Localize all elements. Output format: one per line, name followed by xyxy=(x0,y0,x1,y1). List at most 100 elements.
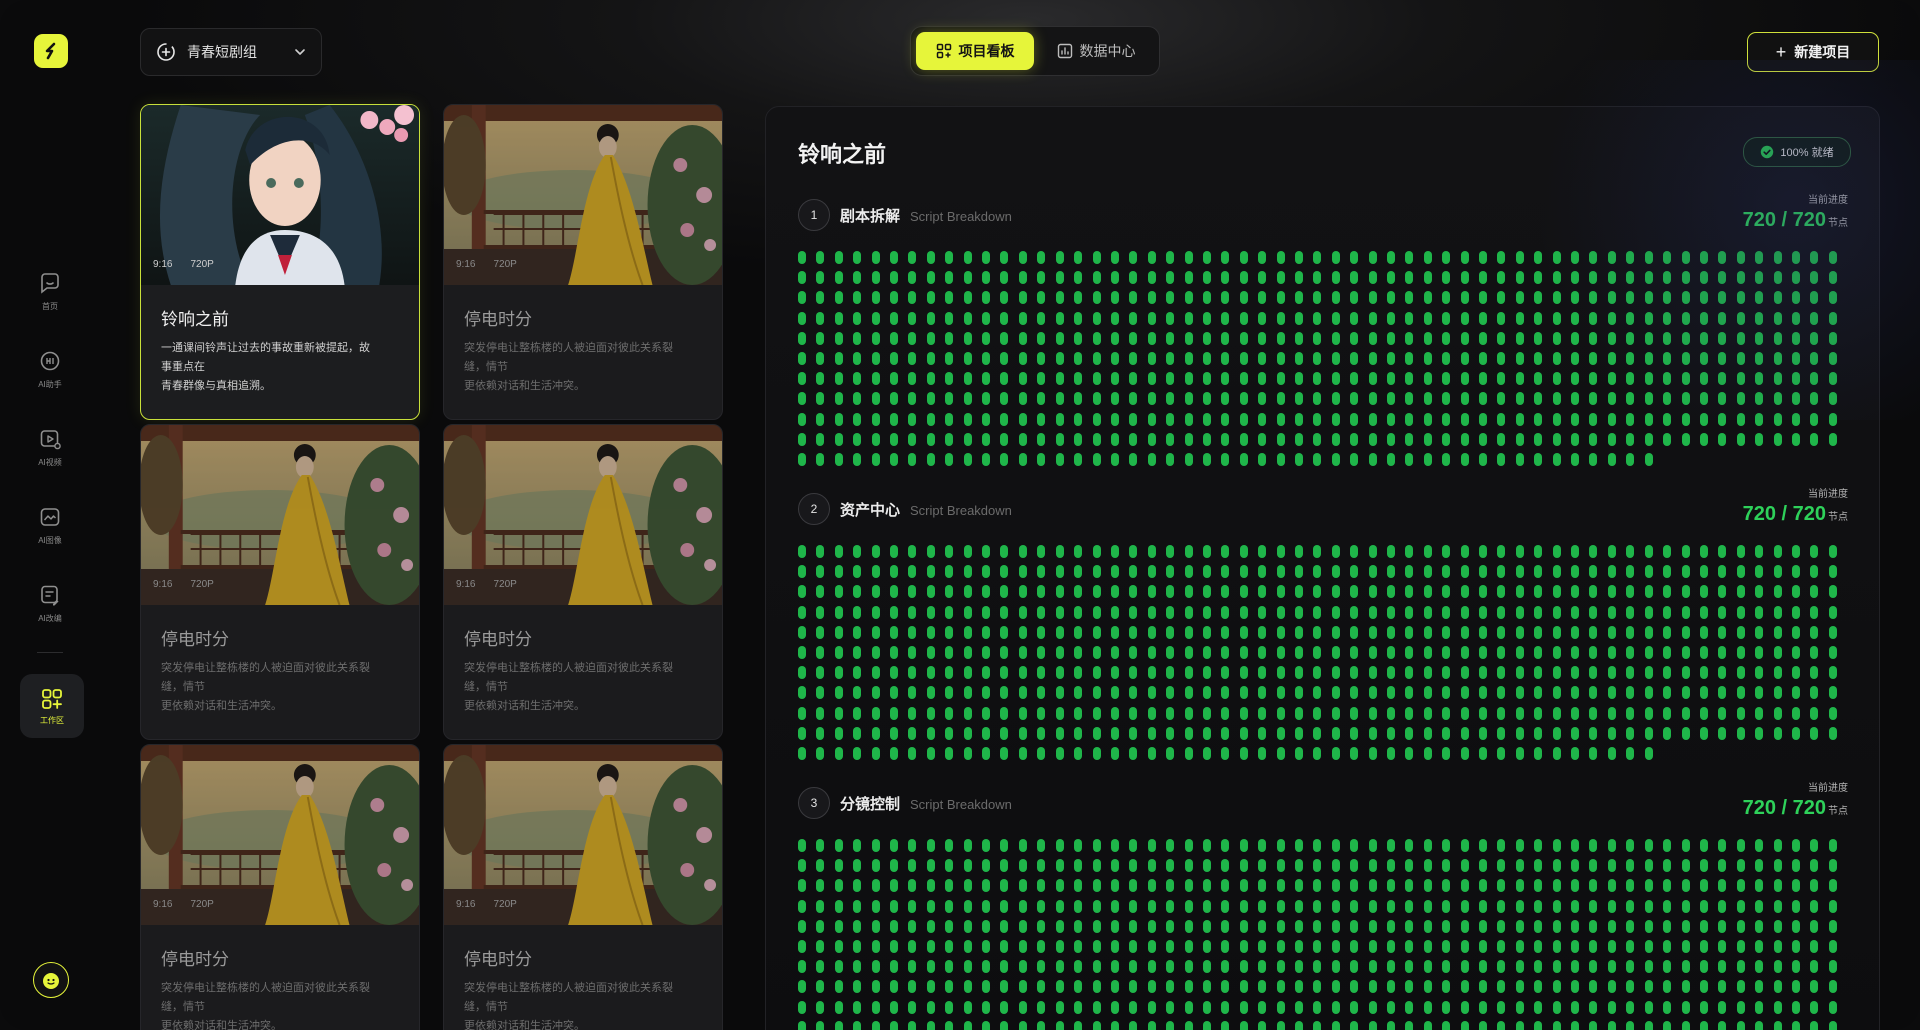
node-dot xyxy=(1497,331,1506,345)
node-dot xyxy=(1534,585,1543,599)
node-dot xyxy=(1736,585,1745,599)
project-card[interactable]: 9:16 720P 停电时分 突发停电让整栋楼的人被迫面对彼此关系裂 缝，情节 更依赖对话… xyxy=(140,744,420,1030)
project-group-select[interactable]: 青春短剧组 xyxy=(140,28,322,76)
node-dot xyxy=(1037,706,1046,720)
node-dot xyxy=(926,666,935,680)
progress-value: 720 / 720 节点 xyxy=(1743,503,1848,526)
node-dot xyxy=(1571,452,1580,466)
node-dot xyxy=(1460,645,1469,659)
sidebar-item-ai-edit[interactable]: AI改编 xyxy=(0,564,100,642)
node-dot xyxy=(1331,291,1340,305)
node-dot xyxy=(816,859,825,873)
node-dot xyxy=(1718,645,1727,659)
project-card[interactable]: 9:16 720P 停电时分 突发停电让整栋楼的人被迫面对彼此关系裂 缝，情节 更依赖对话… xyxy=(443,424,723,740)
node-dot xyxy=(1607,839,1616,852)
node-dot xyxy=(1699,545,1708,558)
node-dot xyxy=(1387,726,1395,740)
node-dot xyxy=(1331,706,1340,720)
node-dot xyxy=(1000,1000,1009,1014)
node-dot xyxy=(1534,645,1543,659)
node-dot xyxy=(1773,432,1782,446)
sidebar-item-workspace[interactable]: 工作区 xyxy=(20,674,84,738)
node-dot xyxy=(1810,1020,1819,1030)
node-dot xyxy=(1534,251,1543,264)
node-dot xyxy=(834,746,843,760)
node-dot xyxy=(1074,251,1083,264)
node-dot xyxy=(1129,351,1138,365)
project-card[interactable]: 9:16 720P 停电时分 突发停电让整栋楼的人被迫面对彼此关系裂 缝，情节 更依赖对话… xyxy=(140,424,420,740)
node-dot xyxy=(1092,452,1101,466)
node-dot xyxy=(1681,392,1690,406)
node-dot xyxy=(1773,372,1782,386)
node-dot xyxy=(1534,605,1543,619)
node-dot xyxy=(1607,899,1616,913)
node-dot xyxy=(871,251,880,264)
node-dot xyxy=(1092,351,1101,365)
node-dot xyxy=(853,939,862,953)
tab-data-center[interactable]: 数据中心 xyxy=(1040,32,1152,70)
node-dot xyxy=(982,565,991,579)
node-dot xyxy=(1055,939,1064,953)
node-dot xyxy=(1644,919,1653,933)
node-dot xyxy=(1773,1020,1782,1030)
node-dot xyxy=(853,331,862,345)
node-dot xyxy=(1589,726,1598,740)
node-dot xyxy=(798,666,806,680)
node-dot xyxy=(871,372,880,386)
node-dot xyxy=(1571,291,1580,305)
node-dot xyxy=(908,1020,917,1030)
sidebar-item-ai-image[interactable]: AI图像 xyxy=(0,486,100,564)
node-dot xyxy=(1147,960,1156,974)
node-dot xyxy=(1147,726,1156,740)
sidebar-item-label: AI视频 xyxy=(38,457,62,467)
node-dot xyxy=(1092,625,1101,639)
node-dot xyxy=(982,706,991,720)
new-project-button[interactable]: + 新建项目 xyxy=(1747,32,1879,72)
node-dot xyxy=(1202,960,1211,974)
node-dot xyxy=(945,939,954,953)
node-dot xyxy=(1718,251,1727,264)
node-dot xyxy=(1423,331,1432,345)
node-dot xyxy=(1644,251,1653,264)
node-dot xyxy=(1479,605,1488,619)
node-dot xyxy=(926,271,935,285)
node-dot xyxy=(1221,746,1230,760)
node-dot xyxy=(1184,980,1193,994)
node-dot xyxy=(1791,899,1800,913)
node-dot xyxy=(1755,939,1764,953)
node-dot xyxy=(1092,899,1101,913)
app-logo[interactable] xyxy=(34,34,68,68)
sidebar-item-ai-assistant[interactable]: AI助手 xyxy=(0,330,100,408)
node-dot xyxy=(1479,746,1488,760)
node-dot xyxy=(1184,839,1193,852)
node-dot xyxy=(1276,746,1285,760)
node-dot xyxy=(1534,625,1543,639)
node-dot xyxy=(1828,271,1837,285)
project-card[interactable]: 9:16 720P 铃响之前 一通课间铃声让过去的事故重新被提起，故 事重点在 青春群像与… xyxy=(140,104,420,420)
node-dot xyxy=(963,939,972,953)
tab-project-board[interactable]: 项目看板 xyxy=(916,32,1034,70)
node-dot xyxy=(1092,605,1101,619)
sidebar-item-ai-video[interactable]: AI视频 xyxy=(0,408,100,486)
sidebar-item-home[interactable]: 首页 xyxy=(0,252,100,330)
project-card[interactable]: 9:16 720P 停电时分 突发停电让整栋楼的人被迫面对彼此关系裂 缝，情节 更依赖对话… xyxy=(443,104,723,420)
node-dot xyxy=(871,859,880,873)
node-dot xyxy=(1350,372,1359,386)
node-dot xyxy=(1663,706,1672,720)
node-dot xyxy=(926,331,935,345)
node-dot xyxy=(1018,271,1027,285)
node-dot xyxy=(1092,412,1101,426)
node-dot xyxy=(963,251,972,264)
node-dot xyxy=(1644,311,1653,325)
node-dot xyxy=(853,545,862,558)
node-dot xyxy=(1699,1020,1708,1030)
node-dot xyxy=(1736,859,1745,873)
project-card[interactable]: 9:16 720P 停电时分 突发停电让整栋楼的人被迫面对彼此关系裂 缝，情节 更依赖对话… xyxy=(443,744,723,1030)
node-dot xyxy=(1497,545,1506,558)
avatar[interactable] xyxy=(33,962,69,998)
node-dot xyxy=(1552,331,1561,345)
node-dot xyxy=(1313,452,1322,466)
node-dot xyxy=(853,311,862,325)
node-dot xyxy=(834,351,843,365)
node-dot xyxy=(1294,351,1303,365)
